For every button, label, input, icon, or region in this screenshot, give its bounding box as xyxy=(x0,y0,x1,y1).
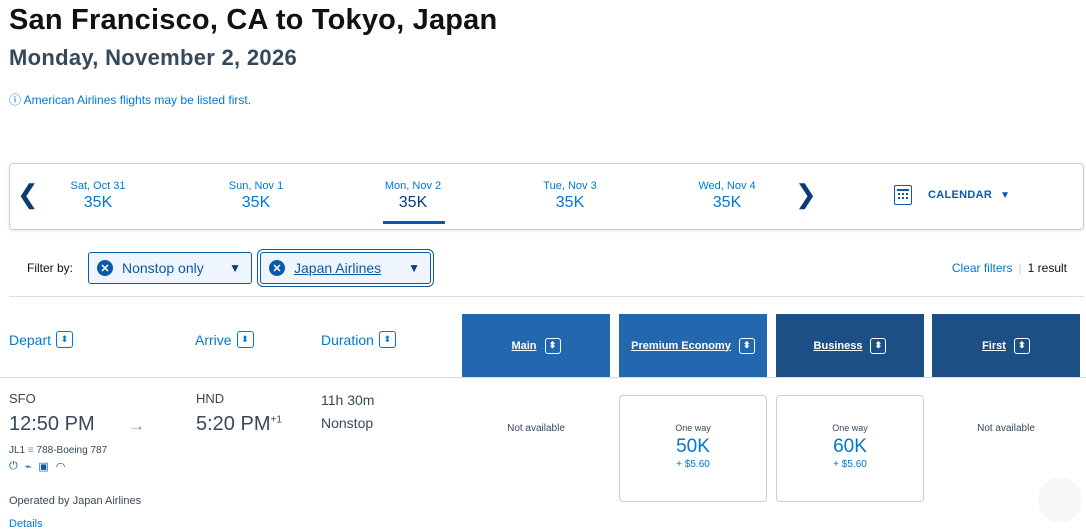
arrive-airport-code: HND xyxy=(196,391,225,406)
remove-filter-icon[interactable]: ✕ xyxy=(97,260,113,276)
clear-filters-link[interactable]: Clear filters xyxy=(952,261,1013,275)
divider: | xyxy=(1018,261,1022,275)
column-label: Duration xyxy=(321,331,374,348)
sort-by-arrive[interactable]: Arrive ⬍ xyxy=(195,331,254,348)
date-option-nov-3[interactable]: Tue, Nov 3 35K xyxy=(510,180,630,212)
date-option-oct-31[interactable]: Sat, Oct 31 35K xyxy=(38,180,158,212)
cabin-header-first[interactable]: First ⬍ xyxy=(932,314,1080,377)
filter-chip-japan-airlines[interactable]: ✕ Japan Airlines ▼ xyxy=(257,249,434,287)
filter-summary: Clear filters | 1 result xyxy=(952,261,1067,275)
arrow-right-icon: → xyxy=(128,416,145,435)
flight-stops: Nonstop xyxy=(321,415,374,431)
sort-by-depart[interactable]: Depart ⬍ xyxy=(9,331,74,348)
depart-airport-code: SFO xyxy=(9,391,36,406)
entertainment-icon: ▣ xyxy=(38,461,49,473)
cabin-header-main[interactable]: Main ⬍ xyxy=(462,314,610,377)
column-label: Depart xyxy=(9,331,52,348)
date-price: 35K xyxy=(83,194,113,211)
date-price: 35K xyxy=(712,194,742,211)
fare-points: 50K xyxy=(676,436,710,457)
remove-filter-icon[interactable]: ✕ xyxy=(269,260,285,276)
cabin-label: Business xyxy=(813,339,863,352)
sort-icon: ⬍ xyxy=(56,331,74,348)
page-title: San Francisco, CA to Tokyo, Japan xyxy=(9,4,498,36)
floating-action-button[interactable] xyxy=(1038,478,1082,522)
fare-premium-economy[interactable]: One way 50K + $5.60 xyxy=(619,395,767,502)
date-label: Sun, Nov 1 xyxy=(228,180,284,192)
usb-icon: ⌁ xyxy=(24,461,32,473)
caret-down-icon: ▼ xyxy=(229,261,241,275)
date-option-nov-4[interactable]: Wed, Nov 4 35K xyxy=(667,180,787,212)
arrive-time: 5:20 PM xyxy=(196,413,271,435)
cabin-label: Premium Economy xyxy=(631,339,731,352)
page-subtitle: Monday, November 2, 2026 xyxy=(9,45,298,70)
flight-duration: 11h 30m xyxy=(321,392,375,408)
date-label: Mon, Nov 2 xyxy=(384,180,442,192)
result-count: 1 result xyxy=(1027,261,1067,275)
column-label: Arrive xyxy=(195,331,232,348)
calendar-button[interactable]: CALENDAR ▼ xyxy=(894,185,1010,205)
flight-number: JL1 xyxy=(9,445,26,456)
arrive-time-block: 5:20 PM+1 xyxy=(196,413,282,436)
next-dates-chevron-icon[interactable]: ❯ xyxy=(795,181,817,207)
fare-tax: + $5.60 xyxy=(676,459,710,470)
divider xyxy=(9,296,1084,297)
sort-icon: ⬍ xyxy=(738,337,755,354)
fare-type: One way xyxy=(675,423,711,433)
sort-icon: ⬍ xyxy=(1013,337,1030,354)
filter-chip-label: Japan Airlines xyxy=(294,260,382,276)
date-option-nov-1[interactable]: Sun, Nov 1 35K xyxy=(196,180,316,212)
listing-notice: ⓘ American Airlines flights may be liste… xyxy=(9,93,252,107)
sort-icon: ⬍ xyxy=(236,331,254,348)
date-price: 35K xyxy=(398,194,428,211)
caret-down-icon: ▼ xyxy=(1000,189,1011,201)
flight-info-separator: ≡ xyxy=(27,445,34,456)
sort-icon: ⬍ xyxy=(870,337,887,354)
previous-dates-chevron-icon[interactable]: ❮ xyxy=(17,181,39,207)
wifi-icon: ◠ xyxy=(55,461,66,473)
details-link[interactable]: Details xyxy=(9,518,43,530)
date-label: Tue, Nov 3 xyxy=(543,180,597,192)
flight-info: JL1 ≡ 788-Boeing 787 xyxy=(9,445,107,456)
selected-date-indicator xyxy=(383,221,445,224)
fare-points: 60K xyxy=(833,436,867,457)
date-selector-strip: ❮ Sat, Oct 31 35K Sun, Nov 1 35K Mon, No… xyxy=(9,163,1084,230)
divider xyxy=(0,377,1086,378)
cabin-header-premium-economy[interactable]: Premium Economy ⬍ xyxy=(619,314,767,377)
next-day-indicator: +1 xyxy=(270,414,282,426)
fare-main-unavailable: Not available xyxy=(507,423,565,434)
date-label: Wed, Nov 4 xyxy=(698,180,756,192)
calendar-label: CALENDAR xyxy=(928,189,993,201)
depart-time: 12:50 PM xyxy=(9,413,95,435)
sort-icon: ⬍ xyxy=(378,331,396,348)
fare-first-unavailable: Not available xyxy=(977,423,1035,434)
fare-type: One way xyxy=(832,423,868,433)
aircraft-type: 788-Boeing 787 xyxy=(36,445,108,456)
date-price: 35K xyxy=(555,194,585,211)
fare-business[interactable]: One way 60K + $5.60 xyxy=(776,395,924,502)
date-price: 35K xyxy=(241,194,271,211)
operated-by: Operated by Japan Airlines xyxy=(9,495,142,507)
filter-chip-nonstop[interactable]: ✕ Nonstop only ▼ xyxy=(88,252,252,284)
fare-tax: + $5.60 xyxy=(833,459,867,470)
date-label: Sat, Oct 31 xyxy=(70,180,126,192)
filter-chip-label: Nonstop only xyxy=(122,260,204,276)
date-option-nov-2-selected[interactable]: Mon, Nov 2 35K xyxy=(353,180,473,212)
power-outlet-icon: ⏻ xyxy=(9,460,18,472)
sort-by-duration[interactable]: Duration ⬍ xyxy=(321,331,396,348)
amenities: ⏻ ⌁ ▣ ◠ xyxy=(9,460,65,473)
cabin-header-business[interactable]: Business ⬍ xyxy=(776,314,924,377)
calendar-icon xyxy=(894,185,912,205)
sort-icon: ⬍ xyxy=(544,337,561,354)
caret-down-icon: ▼ xyxy=(408,261,420,275)
cabin-label: Main xyxy=(511,339,537,352)
cabin-label: First xyxy=(982,339,1006,352)
filter-by-label: Filter by: xyxy=(27,261,74,275)
